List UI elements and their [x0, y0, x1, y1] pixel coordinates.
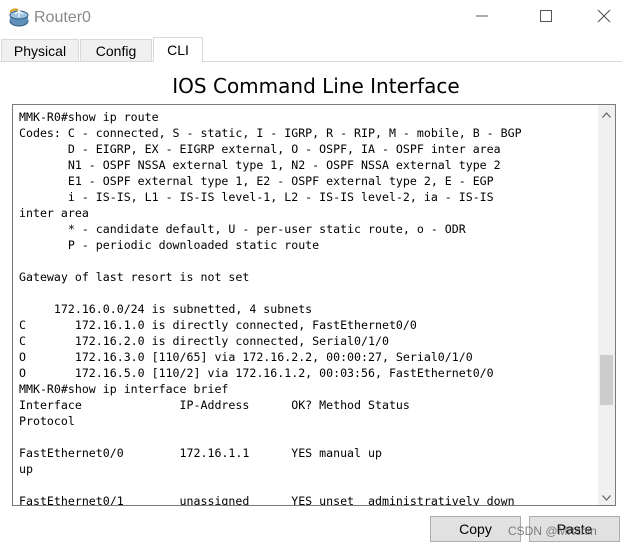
terminal-line: MMK-R0#show ip route — [19, 110, 159, 124]
maximize-button[interactable] — [526, 4, 566, 32]
terminal-line: FastEthernet0/0 172.16.1.1 YES manual up — [19, 446, 382, 460]
tab-cli[interactable]: CLI — [153, 37, 203, 62]
terminal-line: FastEthernet0/1 unassigned YES unset adm… — [19, 494, 515, 506]
watermark: CSDN @Mrtchin — [508, 524, 597, 538]
terminal-output[interactable]: MMK-R0#show ip route Codes: C - connecte… — [19, 109, 522, 506]
tab-divider — [0, 61, 622, 62]
close-icon — [597, 9, 611, 28]
tab-physical[interactable]: Physical — [1, 39, 79, 61]
terminal-line: D - EIGRP, EX - EIGRP external, O - OSPF… — [19, 142, 501, 156]
terminal-line: * - candidate default, U - per-user stat… — [19, 222, 466, 236]
panel-title: IOS Command Line Interface — [172, 74, 460, 98]
terminal-line: i - IS-IS, L1 - IS-IS level-1, L2 - IS-I… — [19, 190, 494, 204]
chevron-up-icon — [602, 105, 611, 123]
terminal-line: MMK-R0#show ip interface brief — [19, 382, 229, 396]
terminal-line: up — [19, 462, 33, 476]
terminal-line: P - periodic downloaded static route — [19, 238, 320, 252]
tab-bar: Physical Config CLI — [0, 37, 622, 62]
terminal-line: O 172.16.5.0 [110/2] via 172.16.1.2, 00:… — [19, 366, 494, 380]
terminal-line: 172.16.0.0/24 is subnetted, 4 subnets — [19, 302, 313, 316]
terminal-line: O 172.16.3.0 [110/65] via 172.16.2.2, 00… — [19, 350, 473, 364]
maximize-icon — [539, 9, 553, 28]
minimize-icon — [475, 9, 489, 28]
chevron-down-icon — [602, 488, 611, 506]
terminal-scrollbar[interactable] — [598, 105, 615, 505]
cli-terminal[interactable]: MMK-R0#show ip route Codes: C - connecte… — [12, 104, 616, 506]
terminal-line: C 172.16.2.0 is directly connected, Seri… — [19, 334, 389, 348]
terminal-line: Codes: C - connected, S - static, I - IG… — [19, 126, 522, 140]
close-button[interactable] — [584, 4, 622, 32]
terminal-line: Gateway of last resort is not set — [19, 270, 250, 284]
tab-config[interactable]: Config — [80, 39, 152, 61]
terminal-line: C 172.16.1.0 is directly connected, Fast… — [19, 318, 417, 332]
scroll-thumb[interactable] — [600, 355, 613, 405]
terminal-line: E1 - OSPF external type 1, E2 - OSPF ext… — [19, 174, 494, 188]
router-icon — [8, 8, 30, 28]
terminal-line: inter area — [19, 206, 89, 220]
title-bar: Router0 — [0, 0, 622, 36]
terminal-line: Interface IP-Address OK? Method Status — [19, 398, 410, 412]
minimize-button[interactable] — [462, 4, 502, 32]
window-title: Router0 — [34, 9, 91, 26]
terminal-line: Protocol — [19, 414, 75, 428]
scroll-up-button[interactable] — [598, 105, 615, 122]
scroll-down-button[interactable] — [598, 488, 615, 505]
terminal-line: N1 - OSPF NSSA external type 1, N2 - OSP… — [19, 158, 501, 172]
